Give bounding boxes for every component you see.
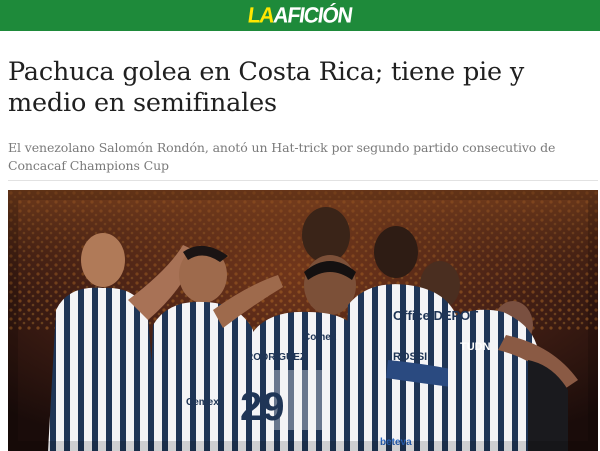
jersey-text-rodriguez: RODRIGUEZ — [246, 352, 306, 363]
jersey-text-rossi: ROSSI — [393, 351, 427, 363]
hero-photo[interactable]: Cemex Office DEPOT TUDN RODRIGUEZ 29 ROS… — [8, 190, 598, 451]
site-logo[interactable]: LA AFICIÓN — [246, 3, 354, 28]
hero-photo-illustration: Cemex Office DEPOT TUDN RODRIGUEZ 29 ROS… — [8, 190, 598, 451]
logo-prefix: LA — [246, 3, 276, 28]
divider — [8, 180, 598, 181]
jersey-number-29: 29 — [240, 385, 285, 429]
jersey-text-tudn: TUDN — [460, 341, 491, 353]
logo-main: AFICIÓN — [272, 3, 354, 28]
jersey-text-cemex: Cemex — [186, 397, 219, 408]
site-header: LA AFICIÓN — [0, 0, 600, 31]
article-subheadline: El venezolano Salomón Rondón, anotó un H… — [8, 140, 556, 173]
jersey-text-comex: Comex — [303, 332, 337, 343]
jersey-text-office-depot: Office DEPOT — [393, 308, 478, 323]
article-headline: Pachuca golea en Costa Rica; tiene pie y… — [8, 57, 525, 118]
